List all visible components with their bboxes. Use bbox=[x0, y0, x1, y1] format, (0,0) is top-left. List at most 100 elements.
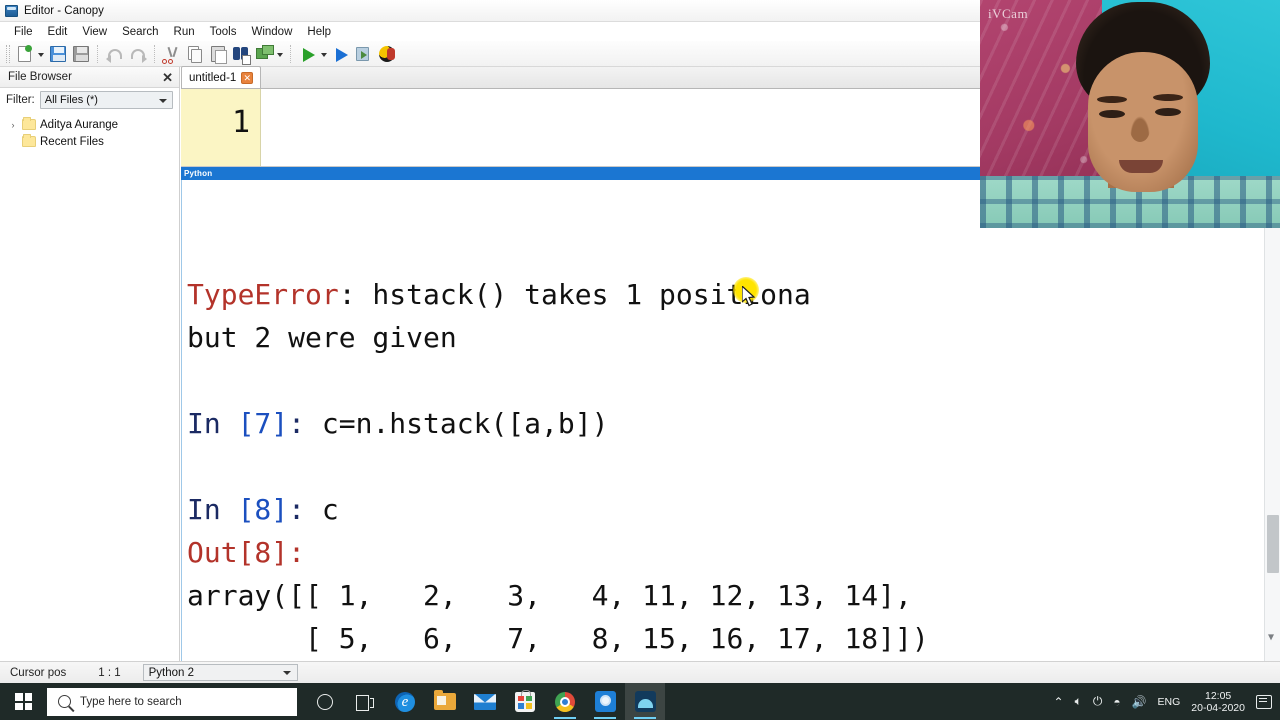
console-line: [ 5, 6, 7, 8, 15, 16, 17, 18]]) bbox=[187, 617, 1280, 660]
webcam-person-mouth bbox=[1119, 160, 1163, 173]
menu-item-search[interactable]: Search bbox=[115, 25, 166, 39]
microphone-icon[interactable]: 🔈︎ bbox=[1075, 694, 1082, 709]
menu-item-window[interactable]: Window bbox=[244, 25, 300, 39]
task-view-icon[interactable] bbox=[345, 683, 385, 720]
console-text: [8] bbox=[237, 493, 289, 526]
app-root: Editor - Canopy File Edit View Search Ru… bbox=[0, 0, 1280, 720]
clock[interactable]: 12:05 20-04-2020 bbox=[1191, 690, 1245, 714]
menu-item-tools[interactable]: Tools bbox=[203, 25, 245, 39]
new-file-dropdown-caret[interactable] bbox=[37, 43, 46, 65]
console-line: In [7]: c=n.hstack([a,b]) bbox=[187, 402, 1280, 445]
cursor-pos-value: 1 : 1 bbox=[98, 666, 121, 679]
line-number-gutter: 1 bbox=[181, 89, 261, 166]
console-text: Out bbox=[187, 536, 238, 569]
console-line: but 2 were given bbox=[187, 316, 1280, 359]
run-selection-dropdown-caret[interactable] bbox=[276, 43, 285, 65]
volume-icon[interactable]: 🔊 bbox=[1132, 695, 1147, 709]
restart-kernel-icon[interactable] bbox=[353, 43, 375, 65]
paste-icon[interactable] bbox=[207, 43, 229, 65]
tab-label: untitled-1 bbox=[189, 71, 237, 84]
cut-icon[interactable] bbox=[161, 43, 183, 65]
tree-item-label: Recent Files bbox=[40, 135, 104, 148]
windows-logo-icon bbox=[15, 693, 32, 710]
python-console[interactable]: TypeError: hstack() takes 1 positiona but… bbox=[181, 180, 1280, 661]
interpreter-value: Python 2 bbox=[148, 666, 195, 679]
save-icon[interactable] bbox=[47, 43, 69, 65]
microsoft-store-icon[interactable] bbox=[505, 683, 545, 720]
tree-item-label: Aditya Aurange bbox=[40, 118, 119, 131]
filter-select[interactable]: All Files (*) bbox=[39, 91, 173, 109]
cursor-arrow-icon bbox=[742, 286, 756, 307]
clock-time: 12:05 bbox=[1205, 689, 1232, 702]
language-indicator[interactable]: ENG bbox=[1158, 696, 1181, 708]
search-icon bbox=[58, 695, 71, 708]
menu-item-run[interactable]: Run bbox=[167, 25, 203, 39]
canopy-icon[interactable] bbox=[625, 683, 665, 720]
tab-untitled-1[interactable]: untitled-1 ✕ bbox=[181, 66, 262, 88]
filter-selected-value: All Files (*) bbox=[44, 94, 98, 106]
battery-icon[interactable]: ⏻ bbox=[1093, 694, 1103, 709]
menu-item-file[interactable]: File bbox=[7, 25, 41, 39]
new-file-icon[interactable] bbox=[14, 43, 36, 65]
console-text: : bbox=[288, 407, 322, 440]
edge-glyph: e bbox=[395, 691, 415, 712]
menu-item-edit[interactable]: Edit bbox=[41, 25, 76, 39]
toolbar-separator bbox=[97, 44, 99, 63]
undo-icon[interactable] bbox=[104, 43, 126, 65]
tree-item-recent-files[interactable]: Recent Files bbox=[4, 133, 179, 150]
close-icon[interactable]: ✕ bbox=[162, 71, 173, 84]
console-line: In [8]: c bbox=[187, 488, 1280, 531]
webcam-person-brow-left bbox=[1097, 96, 1127, 103]
window-title: Editor - Canopy bbox=[24, 4, 104, 17]
taskbar-icons: e bbox=[305, 683, 665, 720]
mail-icon[interactable] bbox=[465, 683, 505, 720]
tree-item-aditya-aurange[interactable]: › Aditya Aurange bbox=[4, 116, 179, 133]
menu-item-help[interactable]: Help bbox=[300, 25, 339, 39]
mouse-cursor bbox=[733, 277, 773, 317]
console-text: array([[ 1, 2, 3, 4, 11, 12, 13, 14], bbox=[187, 579, 912, 612]
run-selection-icon[interactable] bbox=[253, 43, 275, 65]
wifi-icon[interactable]: ◓ bbox=[1113, 695, 1120, 709]
chevron-right-icon[interactable]: › bbox=[8, 120, 18, 130]
system-tray: ⌃ 🔈︎ ⏻ ◓ 🔊 ENG 12:05 20-04-2020 bbox=[1054, 690, 1280, 714]
start-button[interactable] bbox=[0, 683, 47, 720]
status-bar: Cursor pos 1 : 1 Python 2 bbox=[0, 661, 1280, 683]
debug-icon[interactable] bbox=[376, 43, 398, 65]
file-explorer-icon[interactable] bbox=[425, 683, 465, 720]
show-hidden-icons-chevron[interactable]: ⌃ bbox=[1054, 695, 1064, 709]
console-text: c bbox=[321, 493, 339, 526]
run-file-icon[interactable] bbox=[297, 43, 319, 65]
redo-icon[interactable] bbox=[127, 43, 149, 65]
console-text: TypeError bbox=[187, 278, 339, 311]
file-browser-title: File Browser bbox=[8, 71, 72, 83]
copy-icon[interactable] bbox=[184, 43, 206, 65]
console-text: In bbox=[187, 407, 238, 440]
action-center-icon[interactable] bbox=[1256, 694, 1272, 709]
chrome-icon[interactable] bbox=[545, 683, 585, 720]
webcam-watermark: iVCam bbox=[988, 6, 1029, 21]
tab-python[interactable]: Python bbox=[184, 169, 212, 178]
tab-close-icon[interactable]: ✕ bbox=[241, 71, 254, 84]
menu-item-view[interactable]: View bbox=[75, 25, 115, 39]
run-file-dropdown-caret[interactable] bbox=[320, 43, 329, 65]
scroll-down-arrow-icon[interactable]: ▼ bbox=[1268, 616, 1274, 659]
edge-icon[interactable]: e bbox=[385, 683, 425, 720]
ivcam-icon[interactable] bbox=[585, 683, 625, 720]
cortana-icon[interactable] bbox=[305, 683, 345, 720]
save-as-icon[interactable] bbox=[70, 43, 92, 65]
run-next-icon[interactable] bbox=[330, 43, 352, 65]
interpreter-select[interactable]: Python 2 bbox=[142, 664, 298, 681]
scrollbar-thumb[interactable] bbox=[1267, 515, 1279, 573]
console-scrollbar[interactable]: ▼ bbox=[1264, 180, 1280, 661]
taskbar-search-input[interactable]: Type here to search bbox=[47, 687, 297, 716]
webcam-person-nose bbox=[1130, 116, 1150, 142]
console-line: array([[ 1, 2, 3, 4, 11, 12, 13, 14], bbox=[187, 574, 1280, 617]
find-replace-icon[interactable] bbox=[230, 43, 252, 65]
chevron-down-icon bbox=[282, 671, 291, 675]
clock-date: 20-04-2020 bbox=[1191, 701, 1245, 714]
cursor-pos-label: Cursor pos bbox=[10, 666, 67, 679]
console-text: [ 5, 6, 7, 8, 15, 16, 17, 18]]) bbox=[187, 622, 929, 655]
console-text: c=n.hstack([a,b]) bbox=[321, 407, 609, 440]
